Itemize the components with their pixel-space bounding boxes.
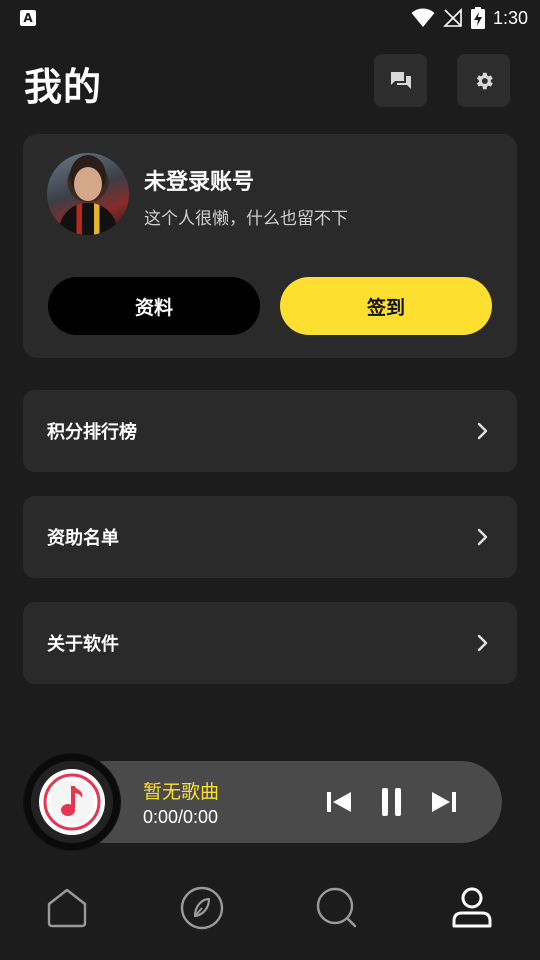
status-time: 1:30 <box>492 7 528 28</box>
user-icon <box>452 887 492 928</box>
album-disc[interactable] <box>24 754 120 850</box>
profile-card: 未登录账号 这个人很懒，什么也留不下 资料 签到 <box>23 134 517 358</box>
status-icons: 1:30 <box>411 7 528 29</box>
chat-icon <box>390 71 411 89</box>
search-icon <box>316 887 357 928</box>
bottom-tab-bar <box>0 870 540 950</box>
mini-player[interactable]: 暂无歌曲 0:00/0:00 <box>24 754 502 850</box>
chevron-right-icon <box>473 421 493 441</box>
profile-info-button[interactable]: 资料 <box>48 277 260 335</box>
status-bar: A 1:30 <box>0 0 540 36</box>
skip-next-icon <box>432 792 456 812</box>
pause-icon <box>382 788 401 816</box>
menu-item-label: 关于软件 <box>47 634 119 655</box>
checkin-button[interactable]: 签到 <box>280 277 492 335</box>
home-icon <box>47 888 87 928</box>
user-name[interactable]: 未登录账号 <box>144 164 254 196</box>
menu-item-label: 资助名单 <box>47 528 119 549</box>
menu-item-sponsors[interactable]: 资助名单 <box>23 496 517 578</box>
pause-button[interactable] <box>377 787 407 817</box>
menu-item-leaderboard[interactable]: 积分排行榜 <box>23 390 517 472</box>
menu-item-label: 积分排行榜 <box>47 422 137 443</box>
song-time: 0:00/0:00 <box>143 807 219 827</box>
settings-button[interactable] <box>457 54 510 107</box>
app-notification-icon: A <box>20 10 36 26</box>
song-title: 暂无歌曲 <box>143 781 220 803</box>
tab-discover[interactable] <box>178 884 226 932</box>
menu-item-about[interactable]: 关于软件 <box>23 602 517 684</box>
avatar[interactable] <box>47 153 129 235</box>
gear-icon <box>476 72 493 89</box>
page-title: 我的 <box>24 65 103 109</box>
messages-button[interactable] <box>374 54 427 107</box>
no-signal-icon <box>443 8 462 27</box>
battery-charging-icon <box>470 7 485 29</box>
previous-button[interactable] <box>324 787 354 817</box>
leaf-icon <box>180 886 224 930</box>
chevron-right-icon <box>473 527 493 547</box>
music-note-icon <box>43 773 101 831</box>
chevron-right-icon <box>473 633 493 653</box>
skip-previous-icon <box>327 792 351 812</box>
tab-me[interactable] <box>448 884 496 932</box>
user-bio: 这个人很懒，什么也留不下 <box>144 209 348 229</box>
next-button[interactable] <box>429 787 459 817</box>
tab-search[interactable] <box>313 884 361 932</box>
wifi-icon <box>411 8 435 27</box>
tab-home[interactable] <box>43 884 91 932</box>
